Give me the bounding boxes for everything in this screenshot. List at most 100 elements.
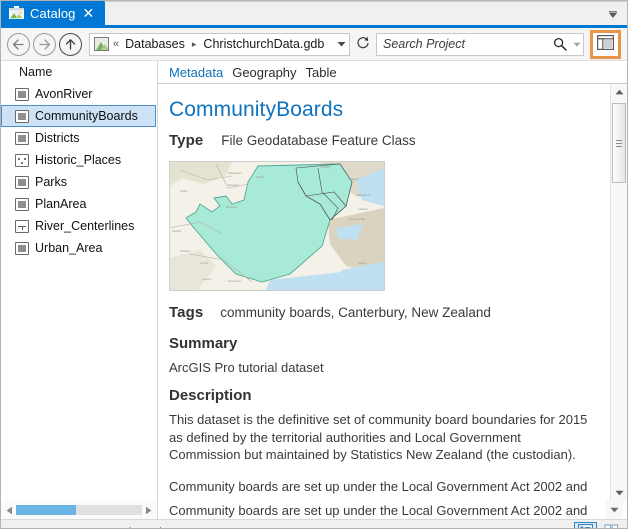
svg-text:Lincoln: Lincoln (200, 261, 209, 265)
tab-metadata[interactable]: Metadata (169, 65, 223, 83)
details-content-wrap: CommunityBoards Type File Geodatabase Fe… (158, 83, 627, 501)
layout-view-button[interactable] (590, 29, 621, 59)
svg-text:Waimakariri: Waimakariri (228, 171, 242, 175)
details-vertical-scrollbar[interactable] (610, 83, 627, 501)
tab-strip-empty-area (104, 1, 627, 25)
refresh-button[interactable] (353, 33, 373, 56)
list-view-icon (578, 524, 593, 528)
type-value: File Geodatabase Feature Class (221, 132, 416, 148)
scrollbar-thumb[interactable] (16, 505, 77, 515)
close-icon[interactable]: ✕ (82, 6, 96, 20)
item-count-label: 8 Items (10, 526, 51, 529)
back-button[interactable] (7, 32, 30, 56)
polygon-feature-icon (15, 87, 29, 101)
list-item-avonriver[interactable]: AvonRiver (1, 83, 157, 105)
description-paragraph-1: This dataset is the definitive set of co… (169, 412, 588, 463)
list-item-urban-area[interactable]: Urban_Area (1, 237, 157, 259)
search-box[interactable] (376, 32, 584, 56)
svg-text:Woodend: Woodend (226, 205, 238, 209)
list-item-label: Districts (35, 131, 80, 145)
triangle-up-icon[interactable] (611, 84, 627, 101)
list-item-parks[interactable]: Parks (1, 171, 157, 193)
summary-text: ArcGIS Pro tutorial dataset (169, 359, 324, 375)
description-heading: Description (169, 387, 252, 405)
polygon-feature-icon (15, 241, 29, 255)
search-icon[interactable] (550, 37, 570, 51)
details-tab-bar: Metadata Geography Table (158, 61, 627, 84)
type-row: Type File Geodatabase Feature Class (169, 132, 598, 149)
tab-table[interactable]: Table (306, 65, 337, 83)
arrow-up-icon (65, 38, 76, 51)
tags-row: Tags community boards, Canterbury, New Z… (169, 304, 598, 321)
tree-horizontal-scrollbar[interactable] (1, 501, 158, 519)
catalog-tree-pane: Name AvonRiver CommunityBoards Districts (1, 61, 158, 501)
svg-text:Lyttelton: Lyttelton (358, 207, 368, 211)
svg-text:Governors Bay: Governors Bay (348, 217, 366, 221)
list-item-label: Parks (35, 175, 67, 189)
arrow-left-icon (12, 38, 25, 50)
breadcrumb-item-gdb[interactable]: ChristchurchData.gdb (201, 37, 326, 51)
list-item-label: Historic_Places (35, 153, 122, 167)
svg-text:Kaiapoi: Kaiapoi (350, 177, 359, 181)
scrollbar-track[interactable] (16, 505, 142, 515)
column-header-name: Name (19, 65, 53, 79)
document-tab-strip: Catalog ✕ (1, 1, 627, 28)
svg-text:Dunsandel: Dunsandel (228, 279, 241, 283)
chevron-down-icon[interactable] (607, 9, 619, 21)
list-view-button[interactable] (574, 522, 597, 528)
list-item-districts[interactable]: Districts (1, 127, 157, 149)
svg-text:Amberley: Amberley (320, 165, 332, 169)
tile-view-button[interactable] (600, 522, 623, 528)
svg-text:Leeston: Leeston (202, 277, 212, 281)
list-item-planarea[interactable]: PlanArea (1, 193, 157, 215)
page-title: CommunityBoards (169, 97, 344, 121)
description-overflow-text: Community boards are set up under the Lo… (169, 502, 588, 518)
svg-text:Rolleston: Rolleston (180, 249, 191, 253)
breadcrumb-separator-icon: ▸ (191, 38, 197, 49)
up-button[interactable] (59, 32, 82, 56)
forward-button[interactable] (33, 32, 56, 56)
description-overflow-line: Community boards are set up under the Lo… (158, 501, 627, 519)
list-item-communityboards[interactable]: CommunityBoards (1, 105, 156, 127)
chevron-down-icon[interactable] (606, 501, 623, 519)
scrollbar-grip-icon (616, 139, 622, 147)
list-item-historic-places[interactable]: Historic_Places (1, 149, 157, 171)
polygon-feature-icon (15, 109, 29, 123)
details-pane: Metadata Geography Table CommunityBoards… (158, 61, 627, 501)
summary-heading: Summary (169, 334, 238, 352)
point-feature-icon (15, 153, 29, 167)
list-item-label: CommunityBoards (35, 109, 138, 123)
selection-count-label: 1 Item Selected (75, 526, 162, 529)
bottom-scroll-row: Community boards are set up under the Lo… (1, 501, 627, 519)
list-item-label: AvonRiver (35, 87, 93, 101)
list-item-label: River_Centerlines (35, 219, 135, 233)
polygon-feature-icon (15, 175, 29, 189)
list-item-river-centerlines[interactable]: River_Centerlines (1, 215, 157, 237)
svg-text:Rangiora: Rangiora (228, 183, 239, 187)
address-bar[interactable]: « Databases ▸ ChristchurchData.gdb (89, 32, 350, 56)
chevron-down-icon[interactable] (570, 42, 583, 47)
breadcrumb-overflow[interactable]: « (112, 38, 123, 50)
polygon-feature-icon (15, 131, 29, 145)
breadcrumb-item-databases[interactable]: Databases (123, 37, 187, 51)
tile-view-icon (604, 524, 619, 528)
search-input[interactable] (377, 36, 550, 52)
view-toggle-group (574, 522, 623, 528)
list-item-label: PlanArea (35, 197, 87, 211)
description-paragraph-2: Community boards are set up under the Lo… (169, 478, 588, 494)
catalog-window: Catalog ✕ « Databases ▸ ChristchurchData… (0, 0, 628, 529)
triangle-right-icon[interactable] (142, 506, 155, 515)
catalog-icon (9, 6, 24, 20)
polygon-feature-icon (15, 197, 29, 211)
project-icon (94, 37, 109, 51)
tab-catalog[interactable]: Catalog ✕ (1, 1, 105, 25)
panel-layout-icon (597, 35, 615, 53)
scrollbar-thumb[interactable] (612, 102, 626, 183)
line-feature-icon (15, 219, 29, 233)
svg-text:Oxford: Oxford (256, 175, 264, 179)
triangle-down-icon[interactable] (611, 484, 627, 501)
triangle-left-icon[interactable] (3, 506, 16, 515)
chevron-down-icon[interactable] (333, 41, 349, 47)
tab-label: Catalog (30, 5, 76, 21)
tab-geography[interactable]: Geography (232, 65, 296, 83)
